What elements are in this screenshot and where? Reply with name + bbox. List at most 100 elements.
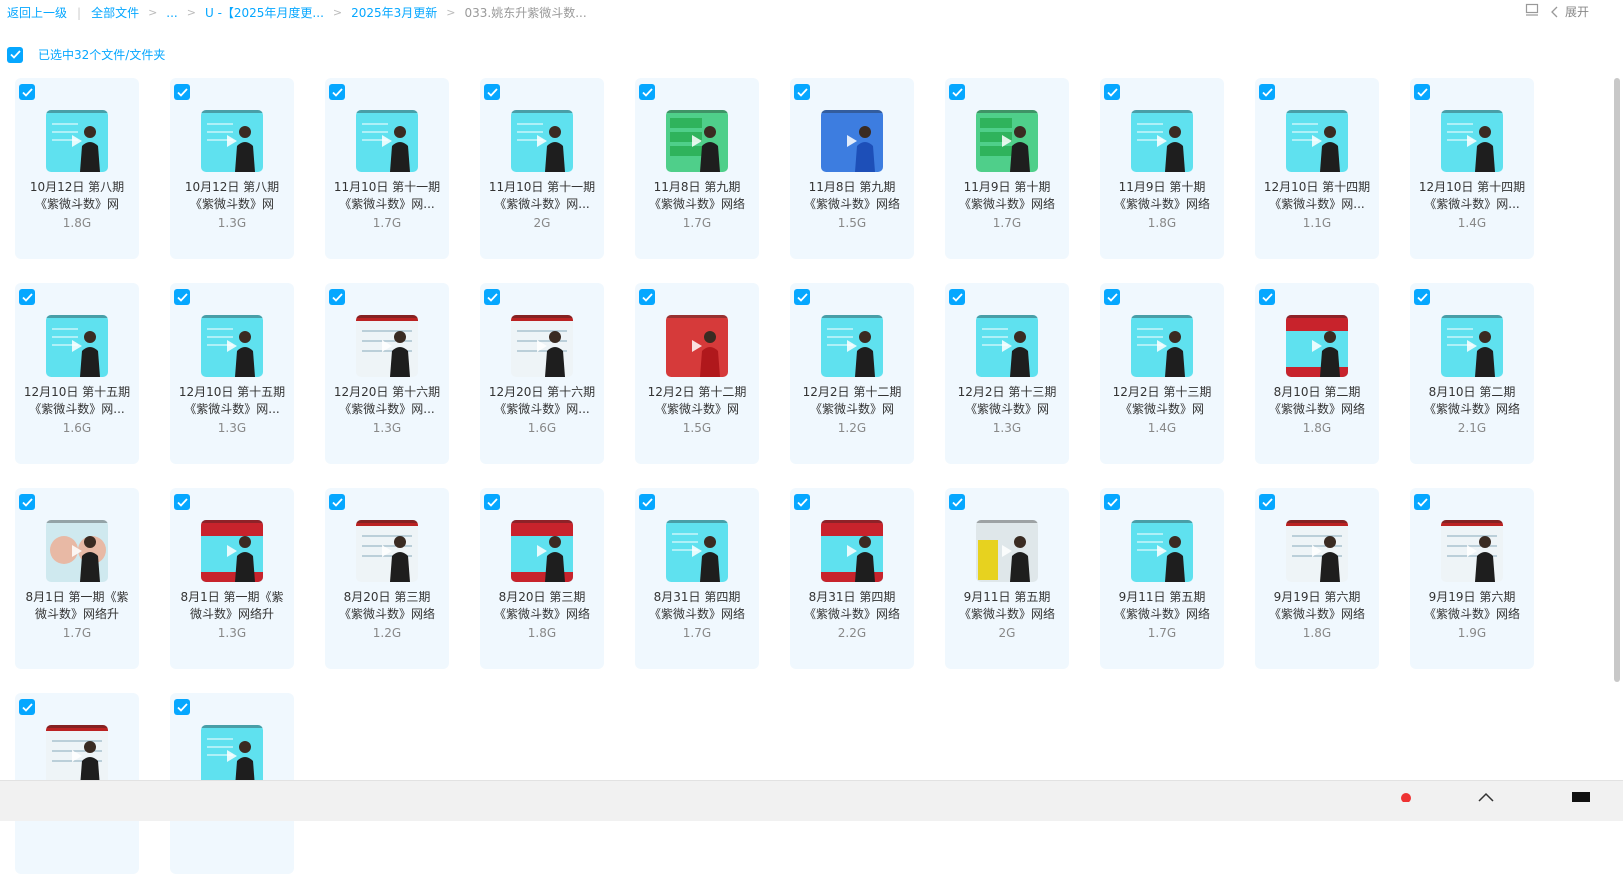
file-name-line: 12月20日 第十六期 (333, 385, 441, 399)
file-card[interactable]: 12月10日 第十四期 《紫微斗数》网... 1.4G (1410, 78, 1534, 259)
file-checkbox[interactable] (1259, 84, 1275, 100)
file-checkbox[interactable] (329, 289, 345, 305)
video-thumbnail (46, 520, 108, 582)
expand-button[interactable]: 展开 (1551, 3, 1589, 20)
video-thumbnail (356, 110, 418, 172)
file-card[interactable]: 12月20日 第十六期 《紫微斗数》网... 1.3G (325, 283, 449, 464)
file-checkbox[interactable] (794, 289, 810, 305)
file-size: 1.3G (372, 421, 402, 435)
file-name-line: 8月10日 第二期 (1273, 385, 1361, 399)
file-checkbox[interactable] (794, 84, 810, 100)
file-name: 9月11日 第五期 《紫微斗数》网络 (1106, 589, 1218, 623)
file-checkbox[interactable] (19, 84, 35, 100)
file-checkbox[interactable] (19, 494, 35, 510)
file-name-line: 8月20日 第三期 (498, 590, 586, 604)
file-card[interactable]: 9月19日 第六期 《紫微斗数》网络 1.8G (1255, 488, 1379, 669)
file-card[interactable]: 8月20日 第三期 《紫微斗数》网络 1.8G (480, 488, 604, 669)
file-name-line: 8月1日 第一期《紫 (180, 590, 284, 604)
file-card[interactable]: 11月8日 第九期 《紫微斗数》网络 1.5G (790, 78, 914, 259)
file-checkbox[interactable] (19, 289, 35, 305)
file-size: 2.2G (837, 626, 867, 640)
file-size: 1.8G (1302, 626, 1332, 640)
app-icon[interactable] (1478, 787, 1494, 806)
breadcrumb-folder-monthly[interactable]: U -【2025年月度更... (205, 4, 324, 21)
breadcrumb-folder-march[interactable]: 2025年3月更新 (351, 4, 437, 21)
file-card[interactable]: 8月1日 第一期《紫 微斗数》网络升 1.7G (15, 488, 139, 669)
file-checkbox[interactable] (174, 699, 190, 715)
file-checkbox[interactable] (174, 494, 190, 510)
file-checkbox[interactable] (329, 494, 345, 510)
file-name-line: 《紫微斗数》网络 (1423, 607, 1520, 621)
file-card[interactable]: 8月31日 第四期 《紫微斗数》网络 1.7G (635, 488, 759, 669)
file-card[interactable]: 11月10日 第十一期 《紫微斗数》网... 1.7G (325, 78, 449, 259)
file-checkbox[interactable] (484, 494, 500, 510)
file-checkbox[interactable] (1104, 84, 1120, 100)
file-card[interactable]: 12月10日 第十四期 《紫微斗数》网... 1.1G (1255, 78, 1379, 259)
file-checkbox[interactable] (639, 494, 655, 510)
file-card[interactable]: 11月10日 第十一期 《紫微斗数》网... 2G (480, 78, 604, 259)
file-checkbox[interactable] (1259, 289, 1275, 305)
file-card[interactable]: 12月20日 第十六期 《紫微斗数》网... 1.6G (480, 283, 604, 464)
file-checkbox[interactable] (1104, 494, 1120, 510)
view-mode-icon[interactable] (1525, 3, 1539, 20)
file-name-line: 12月2日 第十二期 (802, 385, 902, 399)
bottom-bar (0, 780, 1623, 821)
file-card[interactable]: 8月10日 第二期 《紫微斗数》网络 1.8G (1255, 283, 1379, 464)
file-checkbox[interactable] (484, 84, 500, 100)
file-checkbox[interactable] (639, 289, 655, 305)
file-checkbox[interactable] (949, 289, 965, 305)
video-thumbnail (821, 110, 883, 172)
breadcrumb-ellipsis[interactable]: ... (166, 6, 177, 20)
file-checkbox[interactable] (1414, 84, 1430, 100)
file-card[interactable]: 10月12日 第八期 《紫微斗数》网 1.8G (15, 78, 139, 259)
file-checkbox[interactable] (949, 84, 965, 100)
back-link[interactable]: 返回上一级 (7, 4, 67, 21)
file-name-line: 《紫微斗数》网... (29, 402, 125, 416)
file-card[interactable]: 10月12日 第八期 《紫微斗数》网 1.3G (170, 78, 294, 259)
file-card[interactable]: 12月10日 第十五期 《紫微斗数》网... 1.6G (15, 283, 139, 464)
file-card[interactable]: 11月9日 第十期 《紫微斗数》网络 1.7G (945, 78, 1069, 259)
file-checkbox[interactable] (1259, 494, 1275, 510)
file-checkbox[interactable] (639, 84, 655, 100)
file-name: 12月2日 第十二期 《紫微斗数》网 (796, 384, 908, 418)
file-name: 8月1日 第一期《紫 微斗数》网络升 (176, 589, 288, 623)
breadcrumb-all-files[interactable]: 全部文件 (91, 4, 139, 21)
file-name: 11月8日 第九期 《紫微斗数》网络 (796, 179, 908, 213)
file-checkbox[interactable] (329, 84, 345, 100)
file-card[interactable]: 12月2日 第十三期 《紫微斗数》网 1.3G (945, 283, 1069, 464)
file-card[interactable]: 11月9日 第十期 《紫微斗数》网络 1.8G (1100, 78, 1224, 259)
file-size: 1.8G (527, 626, 557, 640)
file-card[interactable]: 8月20日 第三期 《紫微斗数》网络 1.2G (325, 488, 449, 669)
file-name-line: 10月12日 第八期 (184, 180, 280, 194)
app-icon[interactable] (1572, 787, 1590, 806)
file-checkbox[interactable] (1104, 289, 1120, 305)
file-name-line: 9月19日 第六期 (1273, 590, 1361, 604)
app-icon[interactable] (1395, 787, 1417, 806)
scrollbar[interactable] (1614, 78, 1620, 682)
file-card[interactable]: 9月11日 第五期 《紫微斗数》网络 1.7G (1100, 488, 1224, 669)
file-name-line: 《紫微斗数》网... (339, 197, 435, 211)
file-card[interactable]: 12月2日 第十三期 《紫微斗数》网 1.4G (1100, 283, 1224, 464)
file-card[interactable]: 8月10日 第二期 《紫微斗数》网络 2.1G (1410, 283, 1534, 464)
file-checkbox[interactable] (1414, 289, 1430, 305)
file-checkbox[interactable] (1414, 494, 1430, 510)
file-name-line: 《紫微斗数》网络 (1113, 197, 1210, 211)
file-card[interactable]: 11月8日 第九期 《紫微斗数》网络 1.7G (635, 78, 759, 259)
file-card[interactable]: 8月31日 第四期 《紫微斗数》网络 2.2G (790, 488, 914, 669)
file-checkbox[interactable] (949, 494, 965, 510)
file-card[interactable]: 12月2日 第十二期 《紫微斗数》网 1.2G (790, 283, 914, 464)
file-checkbox[interactable] (794, 494, 810, 510)
file-card[interactable]: 9月11日 第五期 《紫微斗数》网络 2G (945, 488, 1069, 669)
video-thumbnail (821, 520, 883, 582)
file-checkbox[interactable] (484, 289, 500, 305)
file-card[interactable]: 12月2日 第十二期 《紫微斗数》网 1.5G (635, 283, 759, 464)
file-card[interactable]: 12月10日 第十五期 《紫微斗数》网... 1.3G (170, 283, 294, 464)
video-thumbnail (976, 315, 1038, 377)
file-checkbox[interactable] (174, 289, 190, 305)
file-checkbox[interactable] (19, 699, 35, 715)
file-card[interactable]: 8月1日 第一期《紫 微斗数》网络升 1.3G (170, 488, 294, 669)
select-all-checkbox[interactable] (7, 46, 23, 63)
video-thumbnail (46, 315, 108, 377)
file-card[interactable]: 9月19日 第六期 《紫微斗数》网络 1.9G (1410, 488, 1534, 669)
file-checkbox[interactable] (174, 84, 190, 100)
